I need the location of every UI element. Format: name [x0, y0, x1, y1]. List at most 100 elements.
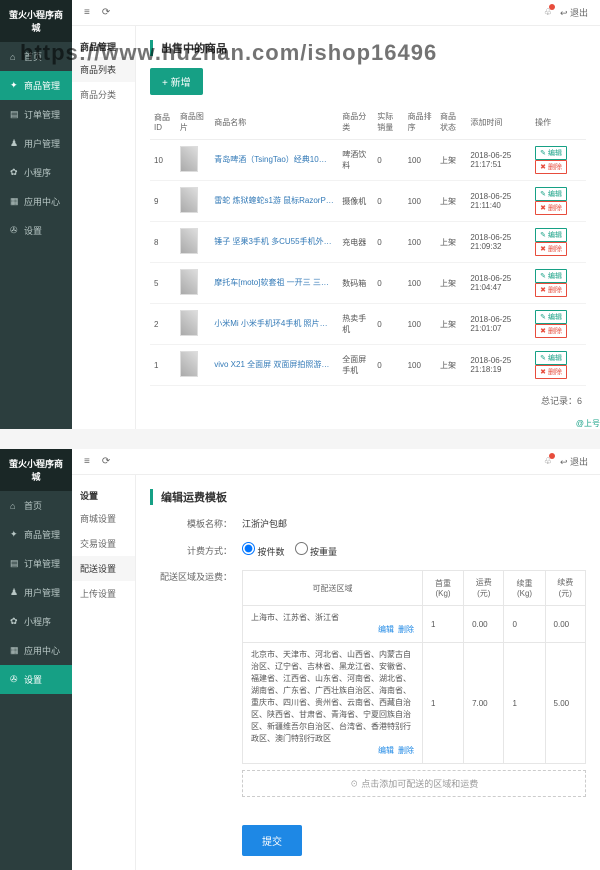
delete-button[interactable]: ✖ 删除: [535, 201, 567, 215]
cell-add: 0: [504, 606, 545, 643]
edit-link[interactable]: 编辑: [378, 746, 394, 755]
radio-input[interactable]: [295, 542, 308, 555]
section-title: 出售中的商品: [150, 40, 586, 56]
bell-icon[interactable]: ♧: [544, 7, 552, 18]
table-header: 商品图片: [176, 105, 210, 140]
edit-button[interactable]: ✎ 编辑: [535, 269, 567, 283]
edit-button[interactable]: ✎ 编辑: [535, 310, 567, 324]
nav-label: 订单管理: [24, 108, 60, 121]
refresh-icon[interactable]: ⟳: [102, 7, 110, 18]
delete-button[interactable]: ✖ 删除: [535, 324, 567, 338]
table-header: 商品排序: [404, 105, 436, 140]
submit-button[interactable]: 提交: [242, 825, 302, 856]
nav-product[interactable]: ✦商品管理: [0, 71, 72, 100]
nav-setting[interactable]: ✇设置: [0, 665, 72, 694]
name-label: 模板名称：: [150, 517, 242, 530]
nav-app[interactable]: ▦应用中心: [0, 636, 72, 665]
cell-cat: 热卖手机: [338, 304, 373, 345]
submenu: 设置 商城设置 交易设置 配送设置 上传设置: [72, 475, 136, 870]
gear-icon: ✇: [10, 674, 20, 685]
edit-button[interactable]: ✎ 编辑: [535, 228, 567, 242]
delete-button[interactable]: ✖ 删除: [535, 365, 567, 379]
product-name-link[interactable]: 锤子 坚果3手机 多CU55手机外壳 3.4A双口快充手机非 含USBtype6…: [214, 236, 334, 247]
edit-button[interactable]: ✎ 编辑: [535, 146, 567, 160]
product-name-link[interactable]: 小米Mi 小米手机环4手机 照片手机 黑色…: [214, 318, 334, 329]
logout-link[interactable]: ↩ 退出: [560, 455, 588, 468]
table-row: 1 vivo X21 全面屏 双面屏拍照游戏手机 6G+64G版 极光白 移动联…: [150, 345, 586, 386]
delete-link[interactable]: 删除: [398, 746, 414, 755]
nav-home[interactable]: ⌂首页: [0, 491, 72, 520]
home-icon: ⌂: [10, 501, 20, 511]
cell-cat: 全面屏手机: [338, 345, 373, 386]
nav-app[interactable]: ▦应用中心: [0, 187, 72, 216]
cell-name: 雷蛇 炼狱蝰蛇s1游 鼠标RazorP24W 节 快充 5倍混合变焦 拍照识物 …: [210, 181, 338, 222]
cell-id: 2: [150, 304, 176, 345]
product-name-link[interactable]: 雷蛇 炼狱蝰蛇s1游 鼠标RazorP24W 节 快充 5倍混合变焦 拍照识物 …: [214, 195, 334, 206]
nav-order[interactable]: ▤订单管理: [0, 549, 72, 578]
ship-row: 上海市、江苏省、浙江省编辑删除 1 0.00 0 0.00: [243, 606, 586, 643]
delete-link[interactable]: 删除: [398, 625, 414, 634]
product-name-link[interactable]: 青岛啤酒（TsingTao）经典10度 500ml*12听 大罐整箱装 （新老包…: [214, 154, 334, 165]
user-icon: ♟: [10, 138, 20, 149]
calc-radio-piece[interactable]: 按件数: [242, 542, 285, 558]
cell-first-fee: 7.00: [464, 643, 504, 764]
cell-actions: ✎ 编辑✖ 删除: [531, 304, 586, 345]
cell-actions: ✎ 编辑✖ 删除: [531, 140, 586, 181]
edit-button[interactable]: ✎ 编辑: [535, 351, 567, 365]
delete-button[interactable]: ✖ 删除: [535, 242, 567, 256]
submenu-item[interactable]: 交易设置: [72, 531, 135, 556]
cell-sort: 100: [404, 263, 436, 304]
logout-link[interactable]: ↩ 退出: [560, 6, 588, 19]
cell-id: 5: [150, 263, 176, 304]
cell-actions: ✎ 编辑✖ 删除: [531, 222, 586, 263]
cell-sales: 0: [373, 222, 403, 263]
nav-user[interactable]: ♟用户管理: [0, 129, 72, 158]
refresh-icon[interactable]: ⟳: [102, 456, 110, 467]
nav-product[interactable]: ✦商品管理: [0, 520, 72, 549]
cell-sort: 100: [404, 304, 436, 345]
menu-toggle-icon[interactable]: ≡: [84, 456, 90, 467]
panel: 编辑运费模板 模板名称： 江浙沪包邮 计费方式： 按件数 按重量 配送区域及运费…: [136, 475, 600, 870]
delete-button[interactable]: ✖ 删除: [535, 160, 567, 174]
product-name-link[interactable]: vivo X21 全面屏 双面屏拍照游戏手机 6G+64G版 极光白 移动联通电…: [214, 359, 334, 370]
submenu-item[interactable]: 商城设置: [72, 506, 135, 531]
product-thumb: [180, 146, 198, 172]
order-icon: ▤: [10, 109, 20, 120]
cell-actions: ✎ 编辑✖ 删除: [531, 181, 586, 222]
nav-label: 小程序: [24, 166, 51, 179]
nav-user[interactable]: ♟用户管理: [0, 578, 72, 607]
submenu-item[interactable]: 上传设置: [72, 581, 135, 606]
add-region-button[interactable]: ☉ 点击添加可配送的区域和运费: [242, 770, 586, 797]
product-name-link[interactable]: 摩托车[moto]软套祖 一开三 三位 分位分控 正品公牛GN-412K卸器插…: [214, 277, 334, 288]
cell-name: 摩托车[moto]软套祖 一开三 三位 分位分控 正品公牛GN-412K卸器插…: [210, 263, 338, 304]
cell-id: 10: [150, 140, 176, 181]
cell-status: 上架: [436, 140, 466, 181]
radio-input[interactable]: [242, 542, 255, 555]
submenu-item[interactable]: 商品列表: [72, 57, 135, 82]
nav-setting[interactable]: ✇设置: [0, 216, 72, 245]
table-header: 商品ID: [150, 105, 176, 140]
ship-row: 北京市、天津市、河北省、山西省、内蒙古自治区、辽宁省、吉林省、黑龙江省、安徽省、…: [243, 643, 586, 764]
cell-name: 锤子 坚果3手机 多CU55手机外壳 3.4A双口快充手机非 含USBtype6…: [210, 222, 338, 263]
nav-mini[interactable]: ✿小程序: [0, 607, 72, 636]
topbar: ≡ ⟳ ♧ ↩ 退出: [72, 0, 600, 26]
calc-radio-weight[interactable]: 按重量: [295, 542, 338, 558]
add-button[interactable]: + 新增: [150, 68, 203, 95]
submenu-item[interactable]: 配送设置: [72, 556, 135, 581]
edit-link[interactable]: 编辑: [378, 625, 394, 634]
section-title: 编辑运费模板: [150, 489, 586, 505]
radio-label: 按重量: [310, 547, 337, 557]
cell-time: 2018-06-25 21:04:47: [466, 263, 531, 304]
edit-button[interactable]: ✎ 编辑: [535, 187, 567, 201]
nav-mini[interactable]: ✿小程序: [0, 158, 72, 187]
cell-first: 1: [423, 606, 464, 643]
table-row: 9 雷蛇 炼狱蝰蛇s1游 鼠标RazorP24W 节 快充 5倍混合变焦 拍照识…: [150, 181, 586, 222]
nav-home[interactable]: ⌂首页: [0, 42, 72, 71]
menu-toggle-icon[interactable]: ≡: [84, 7, 90, 18]
nav-order[interactable]: ▤ 订单管理: [0, 100, 72, 129]
bell-icon[interactable]: ♧: [544, 456, 552, 467]
cell-time: 2018-06-25 21:11:40: [466, 181, 531, 222]
submenu-item[interactable]: 商品分类: [72, 82, 135, 107]
nav-label: 设置: [24, 224, 42, 237]
delete-button[interactable]: ✖ 删除: [535, 283, 567, 297]
